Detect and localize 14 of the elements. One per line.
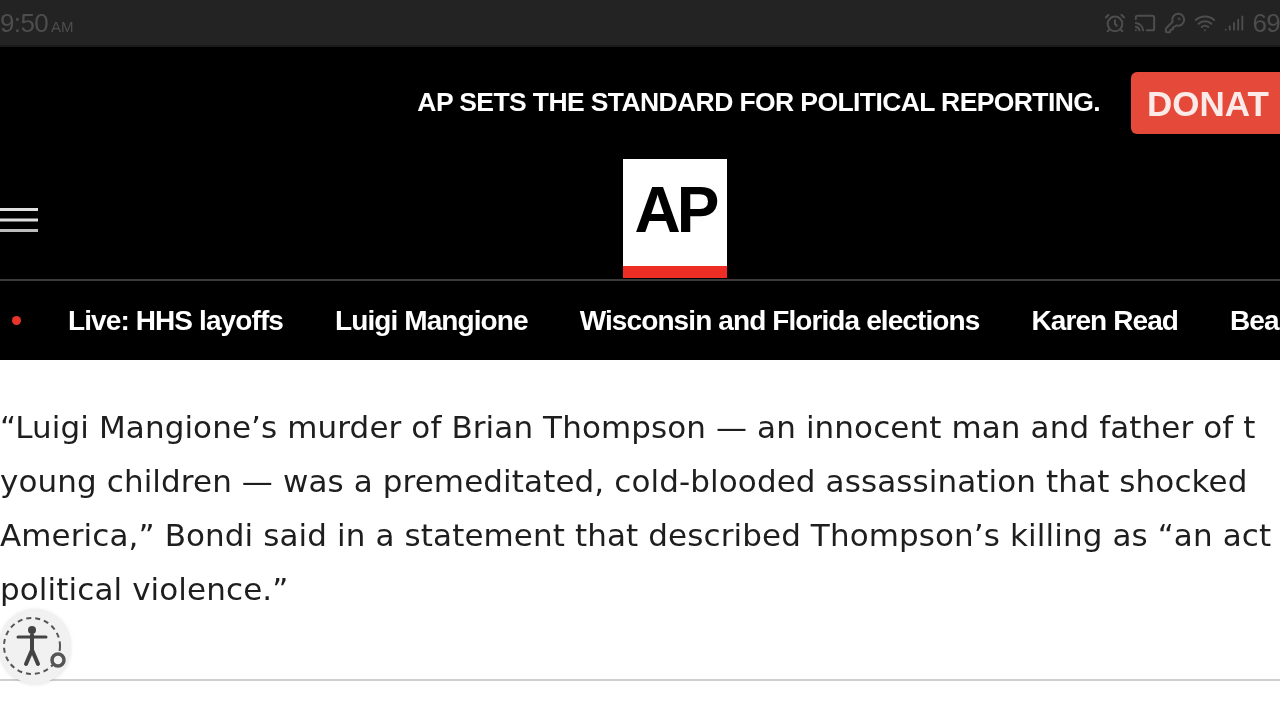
topic-link[interactable]: Karen Read (1031, 306, 1179, 335)
article-paragraph: “Luigi Mangione’s murder of Brian Thompson — an innocent man and father of t young children — was a premeditated, cold-blooded assassination that shocked America,” Bondi said in a statement that described Thompson’s killing as “an act political violence.” (0, 408, 1273, 609)
menu-button[interactable] (0, 205, 40, 235)
topic-link[interactable]: Luigi Mangione (335, 306, 528, 335)
logo[interactable]: AP (623, 159, 727, 278)
alarm-clock-icon (1104, 11, 1127, 34)
key-icon (1164, 11, 1187, 34)
topic-link[interactable]: Wisconsin and Florida elections (579, 306, 980, 335)
accessibility-button[interactable] (0, 610, 70, 684)
topic-link[interactable]: Bea (1230, 306, 1279, 335)
topic-link[interactable]: Live: HHS layoffs (68, 306, 283, 335)
signal-icon (1224, 12, 1245, 33)
menu-icon (0, 208, 38, 232)
promo-tagline: AP SETS THE STANDARD FOR POLITICAL REPORTING. (417, 86, 1100, 120)
